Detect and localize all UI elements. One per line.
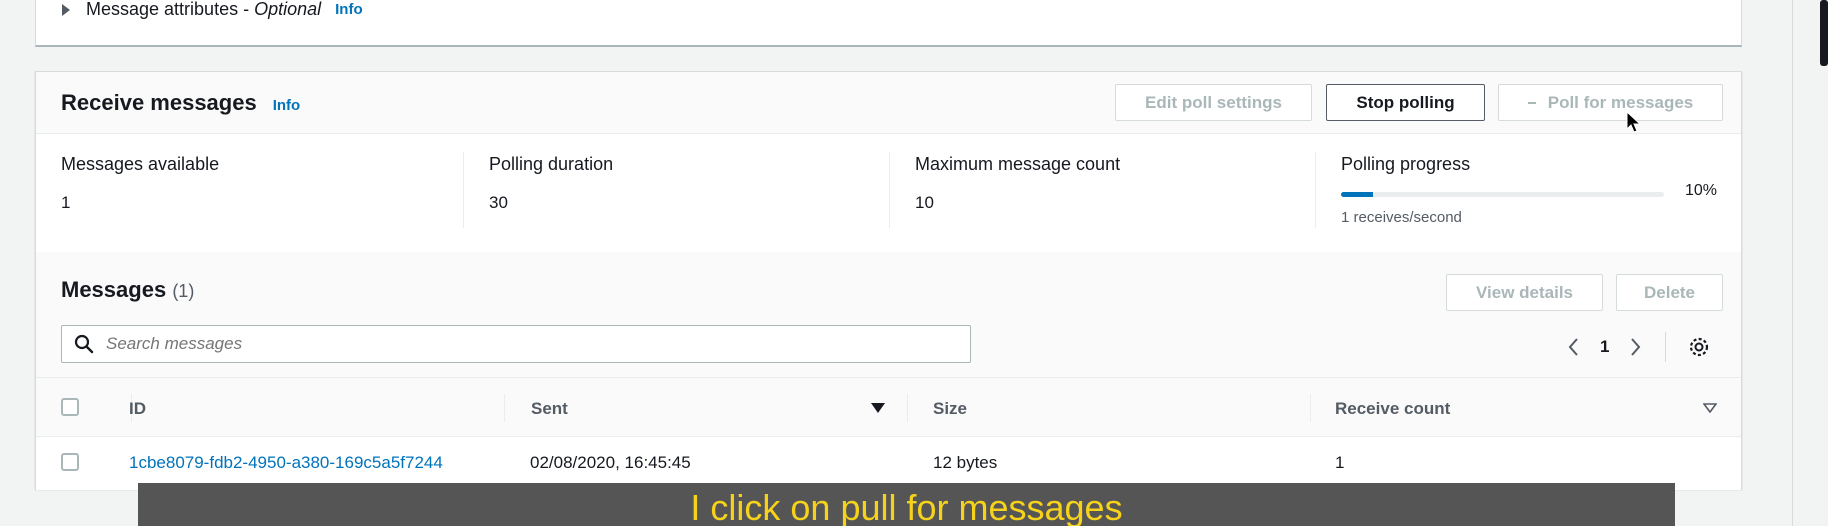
spinner-icon — [1527, 101, 1536, 104]
table-header: ID Sent Size Receive count — [36, 377, 1741, 437]
divider — [1315, 152, 1316, 228]
polling-progress-bar — [1341, 192, 1664, 197]
column-header-sent[interactable]: Sent — [531, 399, 568, 419]
message-attributes-expander[interactable]: Message attributes - Optional Info — [62, 0, 363, 20]
page: Message attributes - Optional Info Recei… — [0, 0, 1828, 526]
delete-button[interactable]: Delete — [1616, 274, 1723, 311]
info-link[interactable]: Info — [273, 97, 301, 114]
polling-progress-rate: 1 receives/second — [1341, 209, 1462, 226]
messages-available-stat: Messages available 1 — [61, 154, 461, 213]
video-caption: I click on pull for messages — [138, 483, 1675, 526]
column-separator — [907, 394, 908, 422]
sort-descending-icon[interactable] — [871, 403, 885, 413]
message-attributes-label: Message attributes - Optional — [86, 0, 322, 19]
info-link[interactable]: Info — [335, 1, 363, 18]
caret-right-icon — [62, 3, 70, 16]
section-title: Receive messages — [61, 90, 257, 115]
search-icon — [74, 334, 94, 354]
stat-label: Polling progress — [1341, 154, 1471, 174]
search-box[interactable] — [61, 325, 971, 363]
stop-polling-button[interactable]: Stop polling — [1326, 84, 1485, 121]
message-id-link[interactable]: 1cbe8079-fdb2-4950-a380-169c5a5f7244 — [129, 453, 443, 473]
row-checkbox[interactable] — [61, 453, 79, 471]
gear-icon[interactable] — [1688, 336, 1710, 358]
sort-indicator-icon[interactable] — [1703, 403, 1717, 413]
mouse-cursor-icon — [1626, 111, 1642, 133]
stat-value: 10 — [915, 193, 934, 212]
stat-label: Messages available — [61, 154, 220, 174]
divider — [463, 152, 464, 228]
column-header-id[interactable]: ID — [129, 399, 146, 419]
view-details-button[interactable]: View details — [1446, 274, 1603, 311]
message-receive-count: 1 — [1335, 453, 1345, 472]
select-all-checkbox[interactable] — [61, 398, 79, 416]
edit-poll-settings-button[interactable]: Edit poll settings — [1115, 84, 1312, 121]
poll-for-messages-label: Poll for messages — [1547, 92, 1694, 112]
column-header-receive-count[interactable]: Receive count — [1335, 399, 1450, 419]
messages-count: (1) — [172, 281, 195, 301]
stat-value: 30 — [489, 193, 508, 212]
column-separator — [504, 394, 505, 422]
column-header-size[interactable]: Size — [933, 399, 967, 419]
pagination: 1 — [1566, 332, 1710, 362]
scrollbar-track[interactable] — [1792, 0, 1828, 526]
poll-for-messages-button[interactable]: Poll for messages — [1498, 84, 1723, 121]
column-separator — [1310, 394, 1311, 422]
messages-section: Messages (1) View details Delete 1 — [36, 252, 1741, 490]
polling-duration-stat: Polling duration 30 — [489, 154, 889, 213]
divider — [1665, 332, 1667, 362]
stat-value: 1 — [61, 193, 71, 212]
maximum-message-count-stat: Maximum message count 10 — [915, 154, 1315, 213]
messages-title: Messages (1) — [61, 277, 194, 303]
search-input[interactable] — [106, 334, 906, 354]
receive-messages-title: Receive messages Info — [61, 90, 300, 116]
divider — [889, 152, 890, 228]
polling-progress-stat: Polling progress 10% 1 receives/second — [1341, 154, 1721, 254]
receive-messages-header: Receive messages Info Edit poll settings… — [36, 72, 1741, 134]
stat-label: Polling duration — [489, 154, 614, 174]
polling-progress-percent: 10% — [1685, 182, 1718, 199]
message-size: 12 bytes — [933, 453, 998, 472]
messages-heading: Messages — [61, 277, 167, 302]
message-attributes-panel: Message attributes - Optional Info — [35, 0, 1742, 47]
polling-progress-fill — [1341, 192, 1374, 197]
current-page[interactable]: 1 — [1600, 337, 1609, 357]
stat-label: Maximum message count — [915, 154, 1121, 174]
receive-messages-panel: Receive messages Info Edit poll settings… — [35, 71, 1742, 490]
chevron-left-icon[interactable] — [1566, 337, 1582, 357]
scrollbar-thumb[interactable] — [1820, 0, 1828, 66]
message-sent: 02/08/2020, 16:45:45 — [530, 453, 691, 472]
chevron-right-icon[interactable] — [1627, 337, 1643, 357]
